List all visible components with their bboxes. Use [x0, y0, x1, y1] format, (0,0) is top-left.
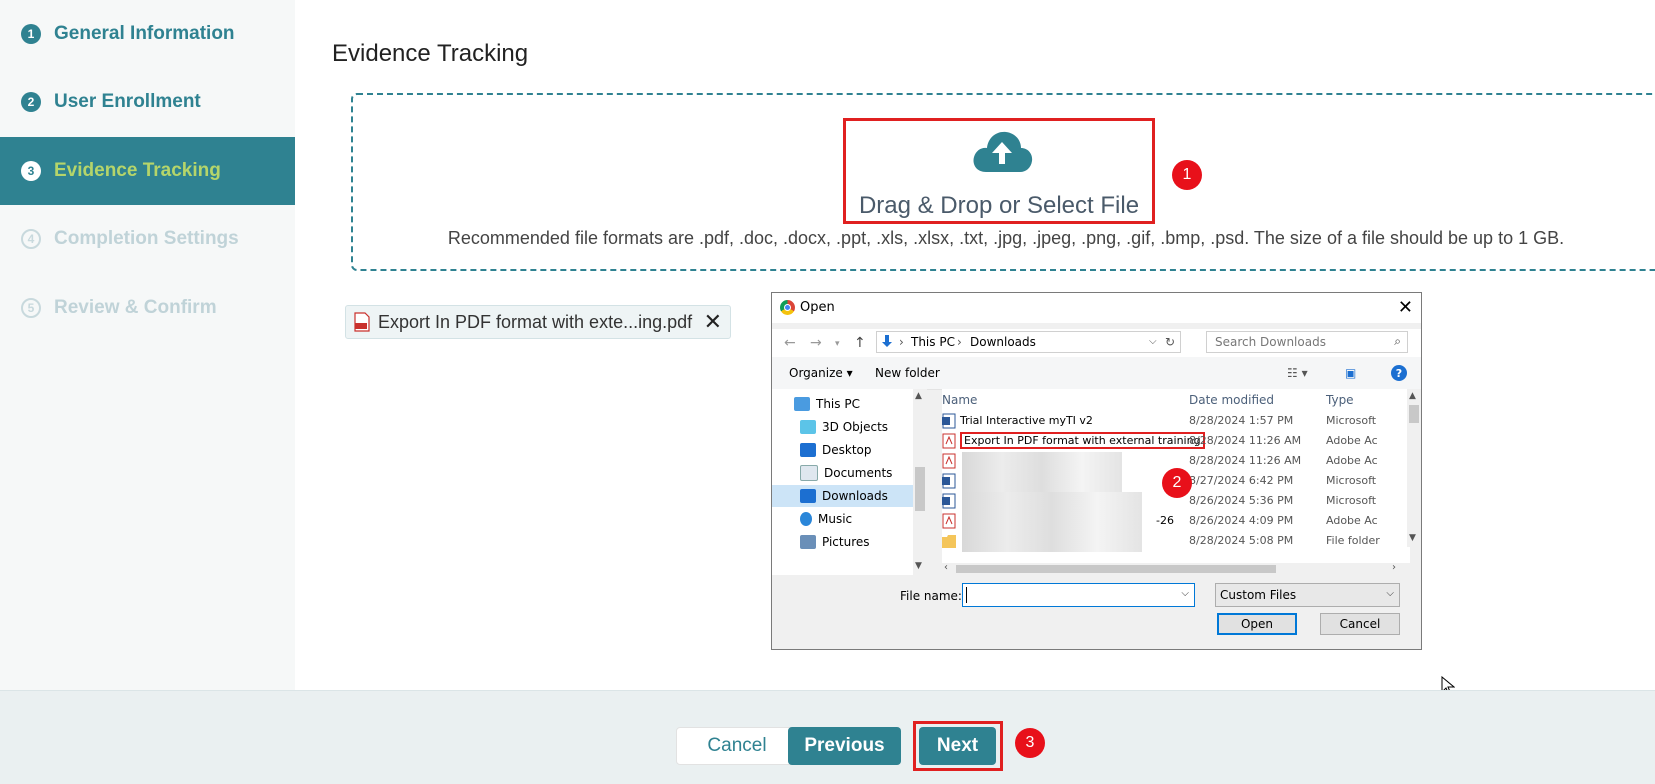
step-number: 4 — [21, 229, 41, 249]
file-row[interactable]: 8/28/2024 5:08 PM File folder — [942, 531, 1410, 552]
step-label: Review & Confirm — [54, 297, 217, 318]
step-general-information[interactable]: 1 General Information — [0, 0, 295, 68]
path-this-pc[interactable]: This PC — [911, 335, 955, 349]
next-highlight-box — [913, 721, 1003, 771]
chevron-down-icon[interactable]: ⌵ — [1181, 588, 1189, 599]
file-type-select[interactable]: Custom Files ⌵ — [1215, 583, 1400, 607]
step-label: Completion Settings — [54, 228, 239, 249]
back-arrow-icon[interactable]: ← — [784, 335, 796, 351]
path-downloads[interactable]: Downloads — [970, 335, 1036, 349]
select-file-link[interactable]: Drag & Drop or Select File — [843, 192, 1155, 220]
file-list-hscrollbar[interactable]: ‹ › — [942, 562, 1410, 575]
chevron-down-icon[interactable]: ⌵ — [1149, 336, 1157, 347]
view-options-icon[interactable]: ☷ ▾ — [1287, 366, 1308, 380]
step-evidence-tracking[interactable]: 3 Evidence Tracking — [0, 137, 295, 205]
file-list-scrollbar[interactable]: ▲ ▼ — [1407, 389, 1421, 547]
open-file-dialog: Open ✕ ← → ▾ ↑ › This PC › Downloads ⌵ ↻… — [771, 292, 1422, 650]
forward-arrow-icon[interactable]: → — [810, 335, 822, 351]
step-number: 5 — [21, 298, 41, 318]
tree-item-pictures[interactable]: Pictures — [800, 531, 927, 553]
search-input[interactable]: Search Downloads ⌕ — [1206, 331, 1408, 353]
column-type[interactable]: Type — [1326, 393, 1354, 407]
tree-item-desktop[interactable]: Desktop — [800, 439, 927, 461]
step-marker-1: 1 — [1172, 160, 1202, 190]
redacted-name — [962, 472, 1122, 492]
file-format-note: Recommended file formats are .pdf, .doc,… — [447, 228, 1565, 248]
step-review-confirm[interactable]: 5 Review & Confirm — [0, 274, 295, 342]
column-date-modified[interactable]: Date modified — [1189, 393, 1274, 407]
word-file-icon — [942, 473, 956, 489]
redacted-name — [962, 532, 1142, 552]
page-title: Evidence Tracking — [332, 40, 529, 67]
step-label: General Information — [54, 23, 235, 44]
dialog-open-button[interactable]: Open — [1217, 613, 1297, 635]
dialog-toolbar: Organize ▾ New folder ☷ ▾ ▣ ? — [772, 357, 1421, 390]
file-row[interactable]: Trial Interactive myTI v2 8/28/2024 1:57… — [942, 411, 1410, 432]
redacted-name — [962, 452, 1122, 472]
search-icon: ⌕ — [1394, 334, 1401, 348]
dialog-title: Open — [800, 300, 835, 315]
preview-pane-icon[interactable]: ▣ — [1345, 366, 1356, 380]
organize-button[interactable]: Organize ▾ — [789, 366, 853, 380]
step-user-enrollment[interactable]: 2 User Enrollment — [0, 68, 295, 136]
close-icon[interactable]: ✕ — [1398, 297, 1413, 318]
column-name[interactable]: Name — [942, 393, 977, 407]
tree-item-documents[interactable]: Documents — [800, 462, 927, 484]
dialog-title-bar: Open ✕ — [772, 293, 1421, 323]
refresh-icon[interactable]: ↻ — [1165, 335, 1175, 349]
tree-item-music[interactable]: Music — [800, 508, 927, 530]
chevron-down-icon: ⌵ — [1386, 588, 1394, 599]
step-number: 2 — [21, 92, 41, 112]
pdf-file-icon — [942, 513, 956, 529]
dialog-nav-row: ← → ▾ ↑ › This PC › Downloads ⌵ ↻ Search… — [772, 329, 1421, 357]
address-bar[interactable]: › This PC › Downloads ⌵ ↻ — [876, 331, 1181, 353]
cloud-upload-icon[interactable] — [970, 128, 1034, 176]
previous-button[interactable]: Previous — [788, 727, 901, 765]
folder-icon — [942, 535, 956, 548]
scroll-left-icon[interactable]: ‹ — [944, 562, 948, 573]
up-arrow-icon[interactable]: ↑ — [854, 335, 866, 351]
step-completion-settings[interactable]: 4 Completion Settings — [0, 205, 295, 273]
wizard-sidebar: 1 General Information 2 User Enrollment … — [0, 0, 295, 690]
new-folder-button[interactable]: New folder — [875, 366, 940, 380]
file-name-input[interactable]: ⌵ — [962, 583, 1195, 607]
redacted-name — [962, 492, 1142, 512]
tree-item-3d-objects[interactable]: 3D Objects — [800, 416, 927, 438]
cancel-button[interactable]: Cancel — [676, 727, 798, 765]
scroll-right-icon[interactable]: › — [1392, 562, 1396, 573]
help-icon[interactable]: ? — [1391, 365, 1407, 381]
pdf-file-icon — [354, 312, 370, 332]
tree-scrollbar[interactable]: ▲ ▼ — [913, 389, 927, 575]
file-row[interactable]: -26 8/26/2024 4:09 PM Adobe Ac — [942, 511, 1410, 532]
step-number: 3 — [21, 161, 41, 181]
step-marker-2: 2 — [1162, 468, 1192, 498]
file-row-export-pdf[interactable]: Export In PDF format with external train… — [942, 431, 1410, 452]
file-name-label: File name: — [900, 589, 962, 603]
tree-item-downloads[interactable]: Downloads — [772, 485, 927, 507]
redacted-name — [962, 512, 1142, 532]
step-label: User Enrollment — [54, 91, 201, 112]
word-file-icon — [942, 413, 956, 429]
chrome-icon — [780, 300, 795, 315]
step-marker-3: 3 — [1015, 728, 1045, 758]
step-label: Evidence Tracking — [54, 160, 221, 181]
recent-locations-icon[interactable]: ▾ — [835, 339, 840, 349]
pdf-file-icon — [942, 433, 956, 449]
tree-item-this-pc[interactable]: This PC — [794, 393, 924, 415]
pdf-file-icon — [942, 453, 956, 469]
navigation-tree: This PC 3D Objects Desktop Documents Dow… — [772, 389, 927, 575]
attached-file-chip: Export In PDF format with exte...ing.pdf… — [345, 305, 731, 339]
dialog-cancel-button[interactable]: Cancel — [1320, 613, 1400, 635]
download-folder-icon — [882, 335, 892, 347]
step-number: 1 — [21, 24, 41, 44]
close-icon[interactable]: ✕ — [704, 309, 722, 335]
attached-file-name: Export In PDF format with exte...ing.pdf — [378, 311, 693, 332]
search-placeholder: Search Downloads — [1215, 335, 1326, 349]
word-file-icon — [942, 493, 956, 509]
